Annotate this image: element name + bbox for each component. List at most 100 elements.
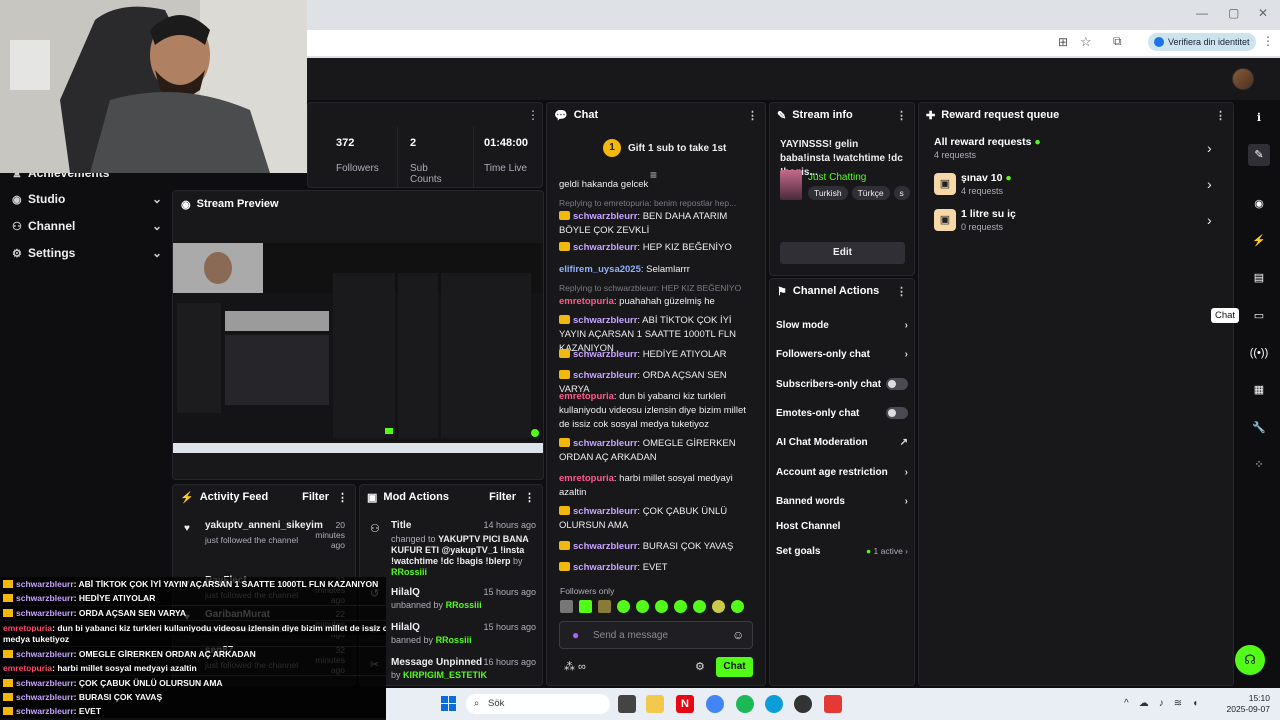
- tag[interactable]: Türkçe: [851, 186, 890, 200]
- gear-icon: ⚙: [12, 247, 22, 260]
- layout-icon[interactable]: ▦: [1248, 379, 1270, 401]
- mic-icon[interactable]: ●: [572, 628, 579, 642]
- chat-username[interactable]: schwarzbleurr: [573, 562, 637, 573]
- edge-icon[interactable]: [765, 695, 783, 713]
- obs-icon[interactable]: [794, 695, 812, 713]
- menu-icon[interactable]: ⋮: [1262, 34, 1274, 48]
- star-icon[interactable]: ☆: [1080, 34, 1092, 50]
- close-icon[interactable]: ✕: [1258, 6, 1268, 20]
- tag[interactable]: s: [893, 186, 910, 200]
- menu-icon[interactable]: ⋮: [896, 285, 907, 298]
- subscribers-only-chat[interactable]: Subscribers-only chat: [776, 375, 908, 393]
- ai-chat-moderation[interactable]: AI Chat Moderation ↗: [776, 433, 908, 451]
- reward-all[interactable]: All reward requests ● 4 requests: [934, 136, 1224, 160]
- gift-sub-cta[interactable]: Gift 1 sub to take 1st: [628, 143, 726, 154]
- overlay-username: schwarzbleurr: [16, 692, 74, 702]
- chat-input[interactable]: ● Send a message ☺: [559, 621, 753, 649]
- host-channel[interactable]: Host Channel: [776, 517, 908, 535]
- tag[interactable]: Turkish: [808, 186, 848, 200]
- maximize-icon[interactable]: ▢: [1228, 6, 1239, 20]
- start-icon[interactable]: [441, 696, 456, 711]
- chat-icon[interactable]: ▭: [1248, 305, 1270, 327]
- chat-username[interactable]: elifirem_uysa2025: [559, 264, 641, 275]
- gear-icon[interactable]: ⚙: [695, 660, 705, 673]
- filter-button[interactable]: Filter: [302, 491, 329, 503]
- nav-settings[interactable]: ⚙ Settings ⌄: [12, 242, 162, 264]
- spotify-icon[interactable]: [736, 695, 754, 713]
- chevron-right-icon[interactable]: ›: [1207, 176, 1212, 192]
- chat-username[interactable]: schwarzbleurr: [573, 506, 637, 517]
- menu-icon[interactable]: ⋮: [524, 491, 535, 504]
- edit-button[interactable]: Edit: [780, 242, 905, 264]
- menu-icon[interactable]: ⋮: [337, 491, 348, 504]
- filter-button[interactable]: Filter: [489, 491, 516, 503]
- system-tray[interactable]: ^ ☁ ♪ ≋ ◖: [1124, 698, 1198, 709]
- channel-icon: ⚇: [12, 220, 22, 233]
- category-link[interactable]: Just Chatting: [808, 172, 866, 183]
- chat-username[interactable]: schwarzbleurr: [573, 211, 637, 222]
- chat-username[interactable]: schwarzbleurr: [573, 541, 637, 552]
- set-goals[interactable]: Set goals ● 1 active ›: [776, 542, 908, 560]
- chat-username[interactable]: emretopuria: [559, 296, 614, 307]
- pencil-icon[interactable]: ✎: [1248, 144, 1270, 166]
- chat-username[interactable]: schwarzbleurr: [573, 349, 637, 360]
- folder-icon[interactable]: [646, 695, 664, 713]
- list-icon[interactable]: ▤: [1248, 267, 1270, 289]
- followers-only-chat[interactable]: Followers-only chat ›: [776, 345, 908, 363]
- taskbar-search[interactable]: ⌕ Sök: [466, 694, 610, 714]
- minimize-icon[interactable]: —: [1196, 6, 1208, 20]
- translate-icon[interactable]: ⊞: [1058, 35, 1068, 49]
- chat-username[interactable]: emretopuria: [559, 391, 614, 402]
- clock[interactable]: 15:10 2025-09-07: [1226, 693, 1270, 715]
- emote-bar[interactable]: [560, 600, 752, 614]
- account-age-restriction[interactable]: Account age restriction ›: [776, 463, 908, 481]
- chat-message: emretopuria: dun bi yabanci kiz turkleri…: [559, 390, 755, 432]
- verify-identity-button[interactable]: Verifiera din identitet: [1148, 33, 1256, 51]
- stream-video[interactable]: [173, 243, 543, 453]
- extensions-icon[interactable]: ⧉: [1113, 34, 1122, 49]
- address-bar[interactable]: [300, 30, 1280, 56]
- chevron-right-icon: ›: [904, 319, 908, 331]
- toggle[interactable]: [886, 407, 908, 419]
- chat-username[interactable]: schwarzbleurr: [573, 438, 637, 449]
- youtube-icon[interactable]: [824, 695, 842, 713]
- chat-message: schwarzbleurr: EVET: [559, 561, 755, 575]
- followers-only-label: Followers only: [560, 586, 615, 596]
- apps-icon[interactable]: ⁘: [1248, 454, 1270, 476]
- chevron-right-icon[interactable]: ›: [1207, 140, 1212, 156]
- file-explorer-icon[interactable]: [618, 695, 636, 713]
- netflix-icon[interactable]: N: [676, 695, 694, 713]
- nav-studio[interactable]: ◉ Studio ⌄: [12, 188, 162, 210]
- subscriber-badge-icon: [3, 679, 13, 687]
- camera-icon[interactable]: ◉: [1248, 193, 1270, 215]
- menu-icon[interactable]: ⋮: [747, 109, 758, 122]
- menu-icon[interactable]: ⋮: [896, 109, 907, 122]
- nav-channel[interactable]: ⚇ Channel ⌄: [12, 215, 162, 237]
- chat-username[interactable]: emretopuria: [559, 473, 614, 484]
- emotes-only-chat[interactable]: Emotes-only chat: [776, 404, 908, 422]
- avatar[interactable]: [1232, 68, 1254, 90]
- stat-subs: 2 Sub Counts: [400, 127, 474, 187]
- menu-icon[interactable]: ⋮: [527, 108, 539, 122]
- reward-item[interactable]: şınav 10 ● 4 requests: [961, 172, 1221, 196]
- activity-user[interactable]: yakuptv_anneni_sikeyim: [205, 520, 323, 531]
- overlay-username: schwarzbleurr: [16, 706, 74, 716]
- banned-words[interactable]: Banned words ›: [776, 492, 908, 510]
- send-chat-button[interactable]: Chat: [716, 657, 753, 677]
- chat-username[interactable]: schwarzbleurr: [573, 242, 637, 253]
- emote-icon[interactable]: ⁂ ∞: [564, 660, 586, 673]
- chat-username[interactable]: schwarzbleurr: [573, 315, 637, 326]
- bolt-icon[interactable]: ⚡: [1248, 230, 1270, 252]
- menu-icon[interactable]: ⋮: [1215, 109, 1226, 122]
- support-icon[interactable]: ☊: [1235, 645, 1265, 675]
- broadcast-icon[interactable]: ((•)): [1248, 342, 1270, 364]
- emoji-icon[interactable]: ☺: [732, 628, 744, 642]
- toggle[interactable]: [886, 378, 908, 390]
- info-icon[interactable]: ℹ: [1248, 107, 1270, 129]
- chrome-icon[interactable]: [706, 695, 724, 713]
- chat-username[interactable]: schwarzbleurr: [573, 370, 637, 381]
- wrench-icon[interactable]: 🔧: [1248, 417, 1270, 439]
- slow-mode[interactable]: Slow mode ›: [776, 316, 908, 334]
- chevron-right-icon[interactable]: ›: [1207, 212, 1212, 228]
- reward-item[interactable]: 1 litre su iç 0 requests: [961, 208, 1221, 232]
